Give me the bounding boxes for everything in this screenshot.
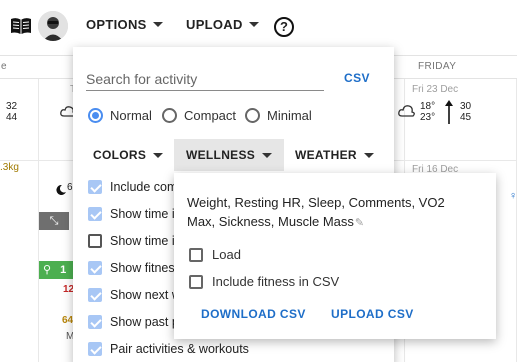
tab-label: COLORS bbox=[93, 148, 147, 162]
checkbox-checked-icon bbox=[88, 342, 102, 356]
csv-button[interactable]: CSV bbox=[344, 71, 370, 85]
day-date: Fri 23 Dec bbox=[412, 84, 459, 95]
checkbox-show-past[interactable]: Show past p bbox=[88, 315, 179, 329]
avatar[interactable] bbox=[38, 11, 68, 41]
weight-value: .3kg bbox=[0, 162, 19, 173]
checkbox-checked-icon bbox=[88, 180, 102, 194]
search-input[interactable] bbox=[86, 67, 324, 91]
checkbox-label: Show fitness bbox=[110, 261, 181, 275]
radio-compact[interactable]: Compact bbox=[162, 108, 236, 123]
wellness-panel: Weight, Resting HR, Sleep, Comments, VO2… bbox=[174, 173, 496, 339]
chevron-down-icon bbox=[152, 22, 163, 27]
checkbox-include-comments[interactable]: Include com bbox=[88, 180, 177, 194]
sleep-value: 6 bbox=[67, 182, 73, 193]
temp-min: 18° bbox=[420, 101, 436, 112]
chevron-down-icon bbox=[248, 22, 259, 27]
day-label-partial: e bbox=[1, 61, 7, 72]
checkbox-checked-icon bbox=[88, 315, 102, 329]
tab-weather[interactable]: WEATHER bbox=[283, 139, 386, 171]
wind-speed: 30 bbox=[460, 101, 472, 112]
checkbox-label: Include fitness in CSV bbox=[212, 274, 340, 289]
info-icon: ♀ bbox=[509, 190, 517, 202]
checkbox-show-time-2[interactable]: Show time i bbox=[88, 234, 175, 248]
activity-metric: 64 bbox=[62, 315, 74, 326]
upload-label: UPLOAD bbox=[186, 17, 243, 32]
temp-value: 44 bbox=[6, 112, 18, 123]
radio-unselected-icon bbox=[245, 108, 260, 123]
temp-value: 32 bbox=[6, 101, 18, 112]
checkbox-label: Load bbox=[212, 247, 241, 262]
checkbox-label: Pair activities & workouts bbox=[110, 342, 249, 356]
activity-chip-text: 1 bbox=[60, 264, 67, 276]
checkbox-checked-icon bbox=[88, 207, 102, 221]
radio-label: Normal bbox=[110, 108, 152, 123]
activity-chip[interactable]: ⚲ 1 bbox=[39, 261, 73, 279]
radio-label: Compact bbox=[184, 108, 237, 123]
wind-gust: 45 bbox=[460, 112, 472, 123]
upload-csv-button[interactable]: UPLOAD CSV bbox=[331, 307, 414, 321]
options-label: OPTIONS bbox=[86, 17, 147, 32]
checkbox-checked-icon bbox=[88, 261, 102, 275]
wellness-fields-label: Weight, Resting HR, Sleep, Comments, VO2… bbox=[187, 195, 445, 229]
radio-unselected-icon bbox=[162, 108, 177, 123]
pencil-icon[interactable]: ✎ bbox=[355, 214, 364, 233]
checkbox-label: Show next w bbox=[110, 288, 181, 302]
checkbox-show-time-1[interactable]: Show time i bbox=[88, 207, 175, 221]
download-csv-button[interactable]: DOWNLOAD CSV bbox=[201, 307, 306, 321]
upload-button[interactable]: UPLOAD bbox=[186, 17, 259, 32]
checkbox-unchecked-icon bbox=[189, 247, 203, 262]
checkbox-pair-activities[interactable]: Pair activities & workouts bbox=[88, 342, 249, 356]
checkbox-load[interactable]: Load bbox=[189, 247, 241, 262]
radio-label: Minimal bbox=[267, 108, 312, 123]
checkbox-show-fitness[interactable]: Show fitness bbox=[88, 261, 181, 275]
checkbox-unchecked-icon bbox=[189, 274, 203, 289]
expand-icon[interactable]: ⤡ bbox=[39, 212, 69, 230]
checkbox-show-next-week[interactable]: Show next w bbox=[88, 288, 181, 302]
checkbox-label: Show past p bbox=[110, 315, 179, 329]
day-label-friday: FRIDAY bbox=[418, 61, 457, 72]
options-button[interactable]: OPTIONS bbox=[86, 17, 163, 32]
tab-colors[interactable]: COLORS bbox=[81, 139, 175, 171]
checkbox-label: Include com bbox=[110, 180, 178, 194]
book-icon[interactable] bbox=[10, 17, 32, 35]
tab-label: WEATHER bbox=[295, 148, 357, 162]
checkbox-include-fitness-csv[interactable]: Include fitness in CSV bbox=[189, 274, 339, 289]
bike-icon: ⚲ bbox=[43, 264, 52, 276]
radio-selected-icon bbox=[88, 108, 103, 123]
help-icon[interactable]: ? bbox=[274, 17, 294, 37]
temp-max: 23° bbox=[420, 112, 436, 123]
moon-icon bbox=[56, 182, 66, 200]
radio-normal[interactable]: Normal bbox=[88, 108, 152, 123]
checkbox-label: Show time i bbox=[110, 207, 175, 221]
checkbox-checked-icon bbox=[88, 288, 102, 302]
wellness-fields-text[interactable]: Weight, Resting HR, Sleep, Comments, VO2… bbox=[187, 193, 457, 233]
checkbox-label: Show time i bbox=[110, 234, 175, 248]
chevron-down-icon bbox=[363, 152, 374, 158]
wind-arrow-icon bbox=[445, 100, 453, 129]
chevron-down-icon bbox=[262, 152, 273, 158]
cloud-icon bbox=[398, 104, 416, 122]
tab-wellness[interactable]: WELLNESS bbox=[174, 139, 285, 171]
radio-minimal[interactable]: Minimal bbox=[245, 108, 312, 123]
tab-label: WELLNESS bbox=[186, 148, 256, 162]
chevron-down-icon bbox=[153, 152, 164, 158]
checkbox-unchecked-icon bbox=[88, 234, 102, 248]
